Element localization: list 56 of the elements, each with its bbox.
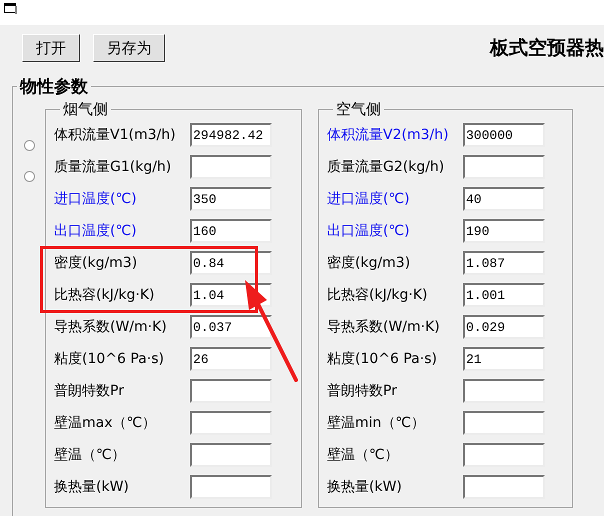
input-field[interactable] — [190, 155, 272, 179]
field-label: 质量流量G2(kg/h) — [327, 158, 446, 176]
input-field[interactable]: 26 — [190, 347, 272, 371]
group-title: 烟气侧 — [62, 100, 109, 119]
field-label: 普朗特数Pr — [54, 382, 125, 400]
field-label: 出口温度(℃) — [327, 222, 411, 240]
radio-button[interactable] — [24, 171, 34, 182]
field-label: 进口温度(℃) — [327, 190, 411, 208]
field-label: 比热容(kJ/kg·K) — [54, 286, 156, 304]
field-label: 导热系数(W/m·K) — [327, 318, 441, 336]
field-label: 密度(kg/m3) — [54, 254, 138, 272]
input-field[interactable] — [463, 379, 545, 403]
field-label: 出口温度(℃) — [54, 222, 138, 240]
input-field[interactable]: 21 — [463, 347, 545, 371]
input-field[interactable]: 190 — [463, 219, 545, 243]
input-field[interactable]: 294982.42 — [190, 123, 272, 147]
field-label: 换热量(kW) — [54, 478, 130, 496]
input-field[interactable]: 0.84 — [190, 251, 272, 275]
field-label: 粘度(10^6 Pa·s) — [327, 350, 438, 368]
field-label: 普朗特数Pr — [327, 382, 398, 400]
input-field[interactable] — [463, 475, 545, 499]
toolbar-button[interactable]: 另存为 — [93, 34, 165, 62]
field-label: 壁温（℃） — [327, 446, 400, 464]
input-field[interactable]: 0.037 — [190, 315, 272, 339]
group-title: 物性参数 — [18, 76, 89, 98]
input-field[interactable]: 350 — [190, 187, 272, 211]
group-title: 空气侧 — [335, 100, 382, 119]
field-label: 密度(kg/m3) — [327, 254, 412, 272]
field-label: 壁温max（℃） — [54, 414, 158, 432]
toolbar-button[interactable]: 打开 — [22, 34, 80, 62]
input-field[interactable] — [463, 155, 545, 179]
field-label: 壁温（℃） — [54, 446, 127, 464]
input-field[interactable]: 160 — [190, 219, 272, 243]
field-label: 比热容(kJ/kg·K) — [327, 286, 429, 304]
input-field[interactable]: 40 — [463, 187, 545, 211]
field-label: 换热量(kW) — [327, 478, 403, 496]
field-label: 导热系数(W/m·K) — [54, 318, 168, 336]
field-label: 进口温度(℃) — [54, 190, 138, 208]
input-field[interactable] — [190, 475, 272, 499]
field-label: 质量流量G1(kg/h) — [54, 158, 172, 176]
window-icon — [4, 3, 18, 15]
input-field[interactable] — [463, 411, 545, 435]
field-label: 壁温min（℃） — [327, 414, 426, 432]
input-field[interactable]: 300000 — [463, 123, 545, 147]
radio-button[interactable] — [24, 140, 34, 151]
field-label: 粘度(10^6 Pa·s) — [54, 350, 165, 368]
input-field[interactable] — [463, 443, 545, 467]
input-field[interactable]: 0.029 — [463, 315, 545, 339]
input-field[interactable] — [190, 379, 272, 403]
input-field[interactable]: 1.087 — [463, 251, 545, 275]
field-label: 体积流量V1(m3/h) — [54, 126, 177, 144]
heading: 板式空预器热 — [490, 36, 604, 61]
field-label: 体积流量V2(m3/h) — [327, 126, 450, 144]
input-field[interactable] — [190, 443, 272, 467]
input-field[interactable]: 1.001 — [463, 283, 545, 307]
input-field[interactable] — [190, 411, 272, 435]
